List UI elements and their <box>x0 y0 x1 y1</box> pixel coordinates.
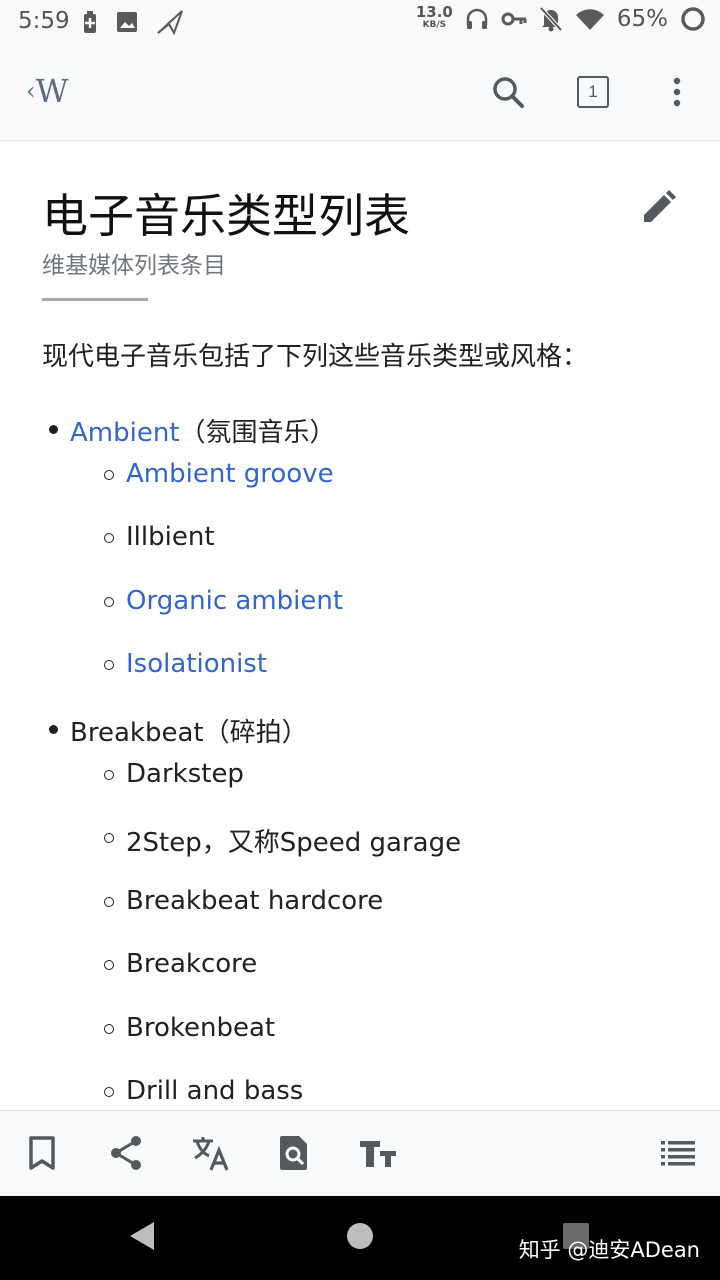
page-description: 维基媒体列表条目 <box>42 253 226 279</box>
intro-paragraph: 现代电子音乐包括了下列这些音乐类型或风格： <box>42 342 589 372</box>
vpn-key-icon <box>501 12 527 26</box>
translate-icon[interactable] <box>190 1133 230 1173</box>
back-icon: ‹ <box>26 77 36 105</box>
sub-bullet <box>104 833 114 843</box>
notifications-off-icon <box>539 6 563 32</box>
sub-bullet <box>104 960 114 970</box>
link-ambient[interactable]: Ambient <box>70 418 180 448</box>
title-divider <box>42 298 148 301</box>
status-bar: 5:59 13.0 KB/S 65% <box>0 0 720 44</box>
sub-bullet <box>104 597 114 607</box>
list-item-drill-and-bass: Drill and bass <box>126 1076 304 1106</box>
list-item-ambient: Ambient（氛围音乐） <box>70 412 336 449</box>
sub-bullet <box>104 770 114 780</box>
search-icon[interactable] <box>488 72 528 112</box>
bullet <box>49 425 58 434</box>
nav-back-icon[interactable] <box>128 1220 158 1252</box>
list-item-breakbeat: Breakbeat（碎拍） <box>70 712 308 749</box>
bookmark-icon[interactable] <box>22 1133 62 1173</box>
battery-saver-icon <box>84 11 96 33</box>
tabs-button[interactable]: 1 <box>577 76 609 108</box>
send-icon <box>157 10 183 35</box>
battery-percent: 65% <box>616 6 668 32</box>
sub-bullet <box>104 470 114 480</box>
edit-icon[interactable] <box>638 188 678 228</box>
list-item-note: （氛围音乐） <box>179 418 336 448</box>
overflow-menu-icon[interactable] <box>657 72 697 112</box>
contents-icon[interactable] <box>658 1133 698 1173</box>
find-in-page-icon[interactable] <box>274 1133 314 1173</box>
list-item-breakbeat-hardcore: Breakbeat hardcore <box>126 886 384 916</box>
list-item-darkstep: Darkstep <box>126 759 244 789</box>
sub-bullet <box>104 1024 114 1034</box>
bottom-toolbar <box>0 1110 720 1197</box>
sub-bullet <box>104 1087 114 1097</box>
link-organic-ambient[interactable]: Organic ambient <box>126 586 343 616</box>
battery-ring-icon <box>681 7 705 31</box>
list-item-2step: 2Step，又称Speed garage <box>126 828 462 858</box>
sub-bullet <box>104 660 114 670</box>
sub-bullet <box>104 897 114 907</box>
sub-bullet <box>104 533 114 543</box>
list-item-note: （碎拍） <box>203 718 308 748</box>
bullet <box>49 725 58 734</box>
page-title: 电子音乐类型列表 <box>42 189 410 243</box>
watermark: 知乎 @迪安ADean <box>518 1238 700 1262</box>
wifi-icon <box>575 9 604 30</box>
list-item-name: Breakbeat <box>70 718 204 748</box>
share-icon[interactable] <box>106 1133 146 1173</box>
list-item-brokenbeat: Brokenbeat <box>126 1013 276 1043</box>
system-navigation-bar: 知乎 @迪安ADean <box>0 1196 720 1280</box>
text-size-icon[interactable] <box>358 1133 398 1173</box>
list-item-illbient: Illbient <box>126 522 215 552</box>
nav-home-icon[interactable] <box>346 1222 374 1250</box>
back-to-home-logo[interactable]: ‹W <box>26 72 69 110</box>
status-time: 5:59 <box>18 8 70 34</box>
headphones-icon <box>466 8 488 29</box>
net-speed: 13.0 KB/S <box>415 3 453 31</box>
link-ambient-groove[interactable]: Ambient groove <box>126 459 334 489</box>
list-item-breakcore: Breakcore <box>126 949 258 979</box>
image-icon <box>117 12 137 32</box>
app-bar: ‹W 1 <box>0 44 720 141</box>
link-isolationist[interactable]: Isolationist <box>126 649 267 679</box>
